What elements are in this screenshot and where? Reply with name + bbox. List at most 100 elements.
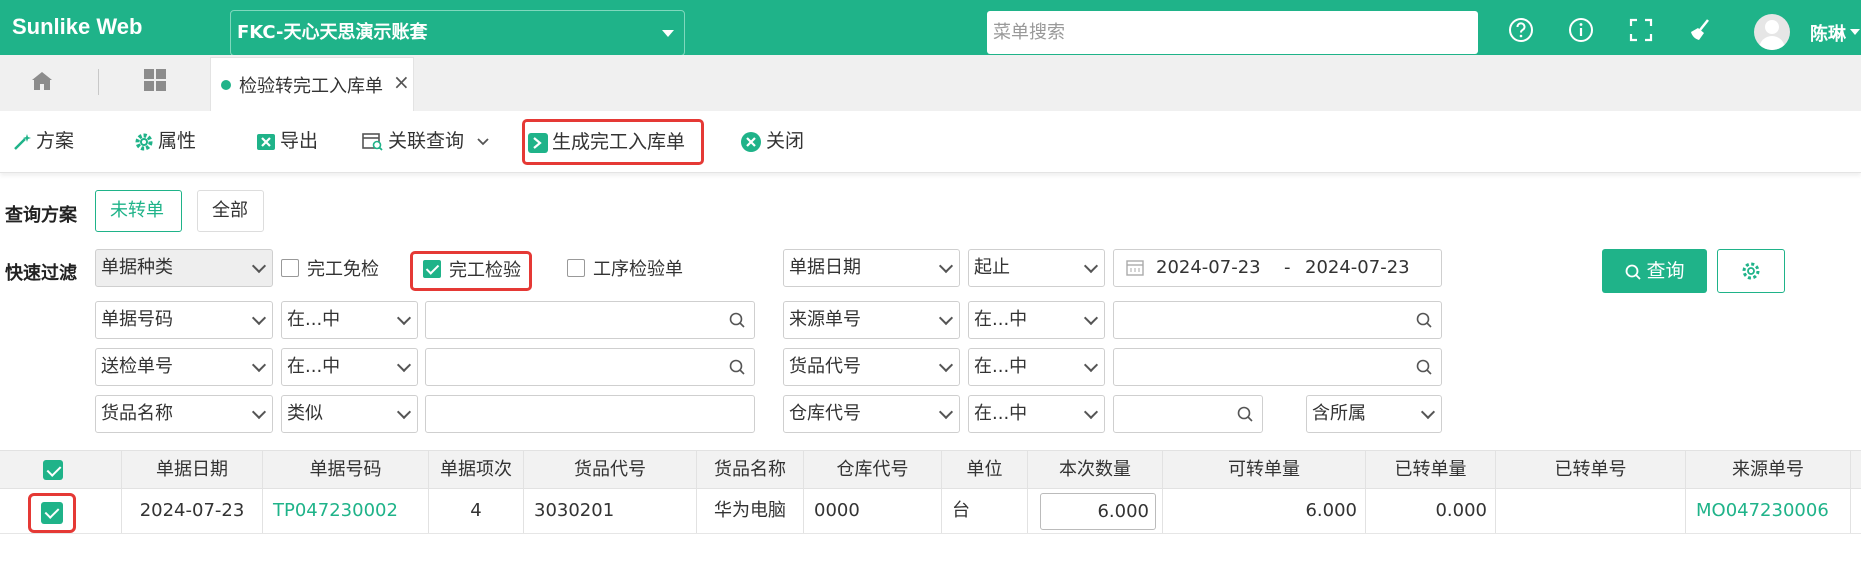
filter-field-select[interactable]: 货品名称 bbox=[95, 395, 273, 433]
filter-op-select[interactable]: 类似 bbox=[281, 395, 418, 433]
doc-type-select[interactable]: 单据种类 bbox=[95, 249, 273, 287]
cell-source-no-link[interactable]: MO047230006 bbox=[1686, 489, 1851, 533]
top-bar: Sunlike Web FKC-天心天思演示账套 菜单搜索 陈琳 bbox=[0, 0, 1861, 56]
account-label: FKC-天心天思演示账套 bbox=[237, 22, 428, 43]
select-all-cell[interactable] bbox=[0, 451, 122, 488]
filter-field-select[interactable]: 单据号码 bbox=[95, 301, 273, 339]
filter-op-select[interactable]: 在...中 bbox=[281, 348, 418, 386]
date-separator: - bbox=[1284, 257, 1291, 278]
cell-item: 4 bbox=[429, 489, 524, 533]
filter-op-select[interactable]: 在...中 bbox=[281, 301, 418, 339]
active-dot-icon bbox=[221, 80, 231, 90]
close-label: 关闭 bbox=[766, 130, 805, 152]
query-label: 查询 bbox=[1646, 260, 1685, 282]
filter-field-select[interactable]: 来源单号 bbox=[783, 301, 960, 339]
filter-op-select[interactable]: 在...中 bbox=[968, 348, 1105, 386]
col-header[interactable]: 来源单号 bbox=[1686, 451, 1851, 488]
date-to: 2024-07-23 bbox=[1305, 257, 1410, 278]
filter-value-input[interactable] bbox=[1113, 301, 1442, 339]
table-row[interactable]: 2024-07-23 TP047230002 4 3030201 华为电脑 00… bbox=[0, 489, 1861, 534]
caret-down-icon bbox=[662, 30, 674, 37]
inspection-label: 完工检验 bbox=[449, 260, 521, 281]
search-icon bbox=[1416, 312, 1432, 328]
cell-name: 华为电脑 bbox=[697, 489, 804, 533]
tab-bar: 检验转完工入库单 × bbox=[0, 55, 1861, 111]
process-inspection-checkbox[interactable]: 工序检验单 bbox=[567, 255, 683, 285]
row-checkbox-highlight[interactable] bbox=[28, 493, 76, 533]
all-button[interactable]: 全部 bbox=[197, 190, 264, 232]
info-icon[interactable] bbox=[1568, 17, 1594, 43]
col-header[interactable]: 货品名称 bbox=[697, 451, 804, 488]
date-mode-select[interactable]: 起止 bbox=[968, 249, 1105, 287]
cell-warehouse: 0000 bbox=[804, 489, 942, 533]
tab-inspection-to-receipt[interactable]: 检验转完工入库单 × bbox=[210, 57, 414, 111]
include-children-select[interactable]: 含所属 bbox=[1306, 395, 1442, 433]
filter-value-input[interactable] bbox=[1113, 395, 1263, 433]
process-inspection-label: 工序检验单 bbox=[593, 259, 683, 280]
tab-divider bbox=[98, 69, 99, 95]
broom-icon[interactable] bbox=[1688, 17, 1714, 43]
table-header: 单据日期 单据号码 单据项次 货品代号 货品名称 仓库代号 单位 本次数量 可转… bbox=[0, 450, 1861, 489]
related-query-button[interactable]: 关联查询 bbox=[362, 121, 494, 161]
col-header[interactable]: 单据号码 bbox=[263, 451, 429, 488]
col-header[interactable]: 单据日期 bbox=[122, 451, 263, 488]
qty-input[interactable]: 6.000 bbox=[1040, 493, 1156, 530]
filter-field-select[interactable]: 货品代号 bbox=[783, 348, 960, 386]
home-icon[interactable] bbox=[30, 69, 54, 93]
filter-value-input[interactable] bbox=[425, 301, 755, 339]
col-header[interactable]: 单据项次 bbox=[429, 451, 524, 488]
gear-icon bbox=[1742, 262, 1760, 280]
date-field-select[interactable]: 单据日期 bbox=[783, 249, 960, 287]
filter-op-select[interactable]: 在...中 bbox=[968, 301, 1105, 339]
date-range-input[interactable]: 2024-07-23 - 2024-07-23 bbox=[1113, 249, 1442, 287]
query-button[interactable]: 查询 bbox=[1602, 249, 1707, 293]
chevron-down-icon bbox=[477, 137, 489, 145]
not-converted-button[interactable]: 未转单 bbox=[95, 190, 182, 232]
filter-value-input[interactable] bbox=[425, 395, 755, 433]
export-label: 导出 bbox=[280, 130, 319, 152]
cell-convertible: 6.000 bbox=[1163, 489, 1366, 533]
generate-receipt-label: 生成完工入库单 bbox=[552, 131, 686, 153]
properties-button[interactable]: 属性 bbox=[134, 121, 196, 161]
search-icon bbox=[1626, 264, 1642, 280]
help-icon[interactable] bbox=[1508, 17, 1534, 43]
cell-doc-no-link[interactable]: TP047230002 bbox=[263, 489, 429, 533]
search-icon bbox=[1237, 406, 1253, 422]
filter-field-select[interactable]: 仓库代号 bbox=[783, 395, 960, 433]
user-avatar[interactable] bbox=[1754, 14, 1790, 50]
col-header[interactable]: 已转单量 bbox=[1366, 451, 1496, 488]
export-button[interactable]: 导出 bbox=[256, 121, 318, 161]
col-header[interactable]: 仓库代号 bbox=[804, 451, 942, 488]
inspection-checkbox[interactable]: 完工检验 bbox=[410, 251, 532, 291]
filter-value-input[interactable] bbox=[425, 348, 755, 386]
scheme-button[interactable]: 方案 bbox=[12, 121, 74, 161]
generate-receipt-button[interactable]: 生成完工入库单 bbox=[522, 119, 704, 165]
filter-field-select[interactable]: 送检单号 bbox=[95, 348, 273, 386]
col-header[interactable]: 已转单号 bbox=[1496, 451, 1686, 488]
user-name[interactable]: 陈琳 bbox=[1810, 20, 1860, 46]
fullscreen-icon[interactable] bbox=[1628, 17, 1654, 43]
close-tab-icon[interactable]: × bbox=[393, 70, 410, 94]
query-settings-button[interactable] bbox=[1717, 249, 1785, 293]
query-scheme-label: 查询方案 bbox=[5, 205, 77, 226]
tab-label: 检验转完工入库单 bbox=[239, 76, 383, 97]
filter-op-select[interactable]: 在...中 bbox=[968, 395, 1105, 433]
menu-search-input[interactable]: 菜单搜索 bbox=[987, 11, 1478, 54]
col-header[interactable]: 本次数量 bbox=[1028, 451, 1163, 488]
col-header[interactable]: 可转单量 bbox=[1163, 451, 1366, 488]
account-select[interactable]: FKC-天心天思演示账套 bbox=[230, 10, 685, 56]
arrow-right-icon bbox=[528, 132, 548, 153]
col-header[interactable]: 货品代号 bbox=[524, 451, 697, 488]
excel-icon bbox=[257, 133, 275, 150]
date-from: 2024-07-23 bbox=[1156, 257, 1261, 278]
close-button[interactable]: 关闭 bbox=[740, 121, 804, 161]
row-checkbox[interactable] bbox=[41, 502, 63, 524]
select-all-checkbox[interactable] bbox=[43, 460, 63, 480]
col-header[interactable]: 单位 bbox=[942, 451, 1028, 488]
app-grid-icon[interactable] bbox=[144, 69, 166, 91]
related-query-label: 关联查询 bbox=[388, 130, 465, 152]
magic-wand-icon bbox=[14, 133, 31, 150]
filter-value-input[interactable] bbox=[1113, 348, 1442, 386]
exempt-checkbox[interactable]: 完工免检 bbox=[281, 255, 379, 285]
brand-logo: Sunlike Web bbox=[12, 14, 143, 39]
